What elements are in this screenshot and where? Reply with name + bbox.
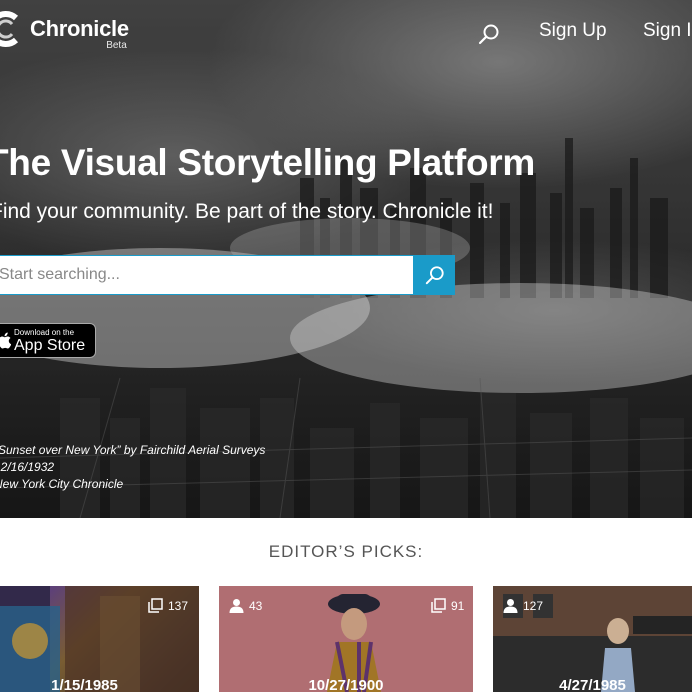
brand-wordmark: Chronicle Beta (30, 16, 129, 52)
card-follower-count: 43 (229, 598, 262, 613)
caption-title[interactable]: “Sunset over New York” by Fairchild Aeri… (0, 442, 265, 459)
hero-subline: Find your community. Be part of the stor… (0, 200, 494, 223)
card-photo-count-value: 137 (168, 598, 189, 613)
chronicle-logo-icon (0, 11, 19, 47)
user-icon (229, 599, 244, 613)
hero-search-input[interactable] (0, 256, 413, 294)
app-store-label: App Store (14, 337, 86, 354)
card-photo-count: 91 (431, 598, 464, 613)
card-date: 4/27/1985 (559, 677, 626, 692)
hero-section: Chronicle Beta Sign Up Sign In The Visua… (0, 0, 692, 518)
collection-icon (148, 598, 163, 613)
hero-search-button[interactable] (414, 255, 455, 295)
app-store-badge[interactable]: Download on the App Store (0, 323, 96, 358)
app-store-small-text: Download on the (14, 328, 75, 337)
apple-icon (0, 332, 11, 349)
editors-picks-title: EDITOR’S PICKS: (268, 542, 424, 561)
card-photo-count-value: 91 (451, 598, 465, 613)
brand-logo[interactable]: Chronicle Beta (0, 10, 129, 52)
hero-search-box (0, 255, 414, 295)
collection-icon (431, 598, 446, 613)
sign-in-link[interactable]: Sign In (643, 20, 692, 42)
card-date: 1/15/1985 (51, 677, 118, 692)
card-follower-count-value: 43 (249, 598, 263, 613)
card-photo-count: 137 (148, 598, 188, 613)
pick-card[interactable]: 127 4/27/1985 (493, 586, 692, 692)
card-follower-count-value: 127 (523, 598, 544, 613)
search-icon[interactable] (478, 23, 500, 45)
caption-chronicle[interactable]: New York City Chronicle (0, 476, 265, 493)
pick-card[interactable]: 43 91 10/27/1900 (219, 586, 473, 692)
pick-card[interactable]: 137 1/15/1985 (0, 586, 199, 692)
sign-up-link[interactable]: Sign Up (539, 20, 607, 42)
hero-headline: The Visual Storytelling Platform (0, 142, 535, 183)
brand-beta-tag: Beta (106, 40, 127, 51)
user-icon (503, 599, 518, 613)
search-icon (425, 266, 444, 285)
card-follower-count: 127 (503, 598, 543, 613)
card-date: 10/27/1900 (308, 677, 384, 692)
hero-photo-caption: “Sunset over New York” by Fairchild Aeri… (0, 442, 265, 493)
caption-date: 12/16/1932 (0, 460, 55, 474)
brand-name: Chronicle (30, 16, 129, 41)
